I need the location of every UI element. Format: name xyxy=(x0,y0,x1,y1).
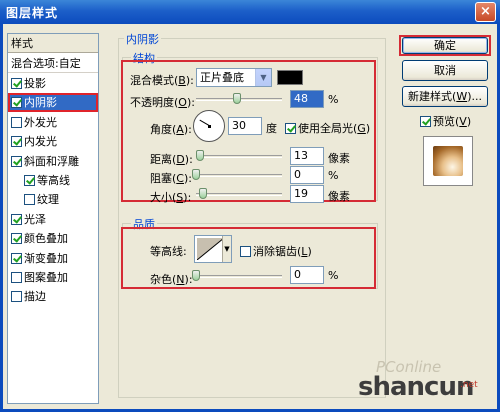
distance-label: 距离(D): xyxy=(150,153,193,166)
choke-unit: % xyxy=(328,169,339,182)
blend-options-item[interactable]: 混合选项:自定 xyxy=(8,54,98,73)
style-item-label: 纹理 xyxy=(37,193,59,207)
style-item[interactable]: 等高线 xyxy=(8,171,98,190)
style-item-label: 颜色叠加 xyxy=(24,232,68,246)
opacity-input[interactable]: 48 xyxy=(290,90,324,108)
angle-unit: 度 xyxy=(266,122,277,135)
choke-label: 阻塞(C): xyxy=(150,172,192,185)
style-item-checkbox[interactable] xyxy=(11,78,22,89)
blend-mode-select[interactable]: 正片叠底 ▼ xyxy=(196,68,272,87)
style-item-checkbox[interactable] xyxy=(24,194,35,206)
size-input[interactable]: 19 xyxy=(290,185,324,203)
style-item[interactable]: 斜面和浮雕 xyxy=(8,152,98,171)
blend-mode-value: 正片叠底 xyxy=(200,71,244,84)
contour-curve-icon xyxy=(196,237,225,261)
contour-picker[interactable]: ▼ xyxy=(194,235,232,263)
style-item-checkbox[interactable] xyxy=(11,116,22,128)
style-item-label: 斜面和浮雕 xyxy=(24,154,79,168)
preview-swatch xyxy=(433,146,463,176)
style-item-label: 内阴影 xyxy=(24,96,57,110)
distance-unit: 像素 xyxy=(328,152,350,165)
size-label: 大小(S): xyxy=(150,191,192,204)
inner-shadow-title: 内阴影 xyxy=(124,31,161,47)
style-item-checkbox[interactable] xyxy=(11,155,22,167)
ok-button[interactable]: 确定 xyxy=(402,37,488,54)
global-light-checkbox-row[interactable]: 使用全局光(G) xyxy=(285,120,370,136)
shadow-color-swatch[interactable] xyxy=(277,70,303,85)
window-title: 图层样式 xyxy=(6,6,59,20)
style-item-checkbox[interactable] xyxy=(11,291,22,303)
choke-input[interactable]: 0 xyxy=(290,166,324,184)
distance-input[interactable]: 13 xyxy=(290,147,324,165)
style-item[interactable]: 光泽 xyxy=(8,210,98,229)
size-slider[interactable] xyxy=(196,193,282,196)
new-style-button[interactable]: 新建样式(W)... xyxy=(402,86,488,107)
chevron-down-icon: ▼ xyxy=(255,69,271,86)
angle-label: 角度(A): xyxy=(150,123,192,136)
contour-label: 等高线: xyxy=(150,245,187,258)
opacity-unit: % xyxy=(328,93,339,106)
noise-unit: % xyxy=(328,269,339,282)
style-item-label: 等高线 xyxy=(37,174,70,187)
style-preview-thumbnail xyxy=(423,136,473,186)
watermark-line3: .net xyxy=(460,380,478,390)
watermark-line2: shancun xyxy=(358,372,474,402)
opacity-label: 不透明度(O): xyxy=(130,96,195,109)
style-list: 样式 混合选项:自定 投影内阴影外发光内发光斜面和浮雕等高线纹理光泽颜色叠加渐变… xyxy=(7,33,99,404)
choke-slider[interactable] xyxy=(196,174,282,177)
distance-slider-thumb[interactable] xyxy=(196,150,205,161)
chevron-down-icon: ▼ xyxy=(222,236,231,262)
size-slider-thumb[interactable] xyxy=(198,188,207,199)
style-list-header: 样式 xyxy=(8,34,98,53)
style-item-checkbox[interactable] xyxy=(11,252,22,264)
global-light-checkbox[interactable] xyxy=(285,123,296,134)
style-item[interactable]: 纹理 xyxy=(8,190,98,209)
style-item-label: 图案叠加 xyxy=(24,271,68,284)
noise-input[interactable]: 0 xyxy=(290,266,324,284)
style-item[interactable]: 内发光 xyxy=(8,132,98,151)
preview-checkbox[interactable] xyxy=(420,116,431,127)
style-item-label: 外发光 xyxy=(24,115,57,129)
antialias-checkbox-row[interactable]: 消除锯齿(L) xyxy=(240,243,312,259)
angle-input[interactable]: 30 xyxy=(228,117,262,135)
style-item-checkbox[interactable] xyxy=(11,97,22,109)
noise-slider[interactable] xyxy=(196,275,282,278)
style-item-checkbox[interactable] xyxy=(11,272,22,283)
opacity-slider-thumb[interactable] xyxy=(233,93,242,104)
style-item[interactable]: 渐变叠加 xyxy=(8,249,98,268)
noise-slider-thumb[interactable] xyxy=(192,270,200,281)
style-item[interactable]: 图案叠加 xyxy=(8,268,98,287)
style-item-checkbox[interactable] xyxy=(24,175,35,186)
contour-preview xyxy=(196,237,225,261)
preview-checkbox-row[interactable]: 预览(V) xyxy=(420,113,471,129)
style-item-label: 投影 xyxy=(24,77,46,90)
style-item[interactable]: 描边 xyxy=(8,287,98,306)
close-button[interactable]: × xyxy=(475,2,496,22)
style-item[interactable]: 外发光 xyxy=(8,113,98,132)
style-item[interactable]: 颜色叠加 xyxy=(8,229,98,248)
noise-label: 杂色(N): xyxy=(150,273,193,286)
style-item[interactable]: 投影 xyxy=(8,74,98,93)
style-item-label: 描边 xyxy=(24,290,46,304)
watermark: PConline shancun .net xyxy=(358,358,493,406)
style-item-label: 渐变叠加 xyxy=(24,251,68,265)
style-item-checkbox[interactable] xyxy=(11,233,22,245)
antialias-checkbox[interactable] xyxy=(240,246,251,257)
style-item-label: 光泽 xyxy=(24,212,46,226)
choke-slider-thumb[interactable] xyxy=(192,169,200,180)
distance-slider[interactable] xyxy=(196,155,282,158)
style-item-label: 内发光 xyxy=(24,135,57,149)
title-bar[interactable]: 图层样式 × xyxy=(0,0,500,24)
blend-mode-label: 混合模式(B): xyxy=(130,74,194,87)
cancel-button[interactable]: 取消 xyxy=(402,60,488,81)
style-item[interactable]: 内阴影 xyxy=(8,93,98,113)
size-unit: 像素 xyxy=(328,190,350,203)
angle-hub xyxy=(208,125,211,128)
style-item-checkbox[interactable] xyxy=(11,213,22,225)
angle-dial[interactable] xyxy=(193,110,225,142)
style-item-checkbox[interactable] xyxy=(11,136,22,148)
